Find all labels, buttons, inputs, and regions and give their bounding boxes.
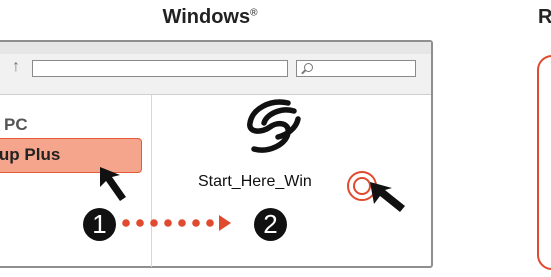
cursor-arrow-icon-2: [370, 182, 405, 212]
annotation-overlay: [100, 167, 405, 231]
cursor-arrow-icon-1: [100, 167, 126, 201]
connector-arrowhead-icon: [219, 215, 231, 231]
right-panel-frame: [537, 55, 551, 270]
step-connector-dots: [122, 219, 214, 227]
